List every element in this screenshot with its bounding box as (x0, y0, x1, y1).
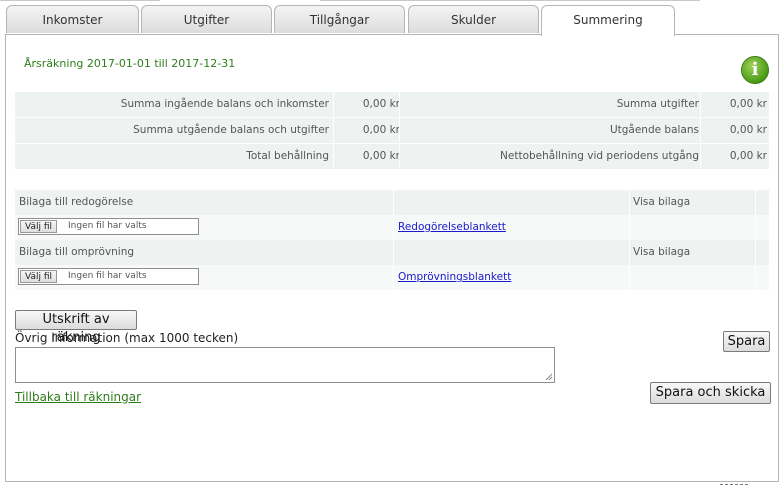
back-link[interactable]: Tillbaka till räkningar (15, 390, 141, 404)
attachments-table: Bilaga till redogörelse Visa bilaga Välj… (15, 190, 769, 290)
summary-row: Summa ingående balans och inkomster 0,00… (15, 92, 769, 118)
show-attachment-label: Visa bilaga (633, 196, 691, 208)
file-input[interactable]: Välj fil Ingen fil har valts (18, 218, 199, 235)
resize-grip-icon[interactable] (545, 373, 553, 381)
form-link-omprovning[interactable]: Omprövningsblankett (398, 265, 511, 290)
summary-left-label: Summa utgående balans och utgifter (133, 124, 329, 136)
summary-right-value: 0,00 kr (700, 144, 767, 168)
summary-row: Total behållning 0,00 kr Nettobehållning… (15, 144, 769, 170)
period-title: Årsräkning 2017-01-01 till 2017-12-31 (24, 57, 236, 70)
save-and-send-button[interactable]: Spara och skicka (650, 382, 771, 404)
attachment-title: Bilaga till redogörelse (19, 196, 134, 208)
top-border (0, 0, 784, 4)
summary-left-label: Summa ingående balans och inkomster (120, 98, 329, 110)
attachment-header-row: Bilaga till redogörelse Visa bilaga (15, 190, 769, 215)
summary-right-label: Summa utgifter (616, 98, 699, 110)
form-link-redogorelse[interactable]: Redogörelseblankett (398, 215, 506, 240)
tab-summering[interactable]: Summering (541, 5, 675, 36)
choose-file-button[interactable]: Välj fil (20, 220, 58, 233)
info-icon[interactable]: i (741, 56, 769, 84)
attachment-row: Välj fil Ingen fil har valts Omprövnings… (15, 265, 769, 290)
summary-right-value: 0,00 kr (700, 92, 767, 116)
summary-left-value: 0,00 kr (333, 118, 400, 142)
tab-utgifter[interactable]: Utgifter (141, 5, 272, 33)
summary-left-label: Total behållning (246, 150, 329, 162)
summary-left-value: 0,00 kr (333, 144, 400, 168)
show-attachment-label: Visa bilaga (633, 246, 691, 258)
file-input[interactable]: Välj fil Ingen fil har valts (18, 268, 199, 285)
corner-mark (720, 484, 748, 486)
choose-file-button[interactable]: Välj fil (20, 270, 58, 283)
summary-table: Summa ingående balans och inkomster 0,00… (15, 92, 769, 170)
other-info-label: Övrig information (max 1000 tecken) (15, 331, 239, 345)
summary-row: Summa utgående balans och utgifter 0,00 … (15, 118, 769, 144)
summary-right-value: 0,00 kr (700, 118, 767, 142)
summary-right-label: Utgående balans (609, 124, 699, 136)
save-button[interactable]: Spara (723, 331, 770, 352)
attachment-header-row: Bilaga till omprövning Visa bilaga (15, 240, 769, 265)
file-status: Ingen fil har valts (68, 271, 147, 281)
tab-inkomster[interactable]: Inkomster (6, 5, 139, 33)
tab-tillgangar[interactable]: Tillgångar (274, 5, 405, 33)
attachment-title: Bilaga till omprövning (19, 246, 135, 258)
file-status: Ingen fil har valts (68, 221, 147, 231)
print-button[interactable]: Utskrift av räkning (15, 310, 137, 345)
other-info-textarea[interactable] (15, 347, 555, 383)
attachment-row: Välj fil Ingen fil har valts Redogörelse… (15, 215, 769, 240)
tab-skulder[interactable]: Skulder (408, 5, 539, 33)
summary-left-value: 0,00 kr (333, 92, 400, 116)
summary-right-label: Nettobehållning vid periodens utgång (500, 150, 699, 162)
